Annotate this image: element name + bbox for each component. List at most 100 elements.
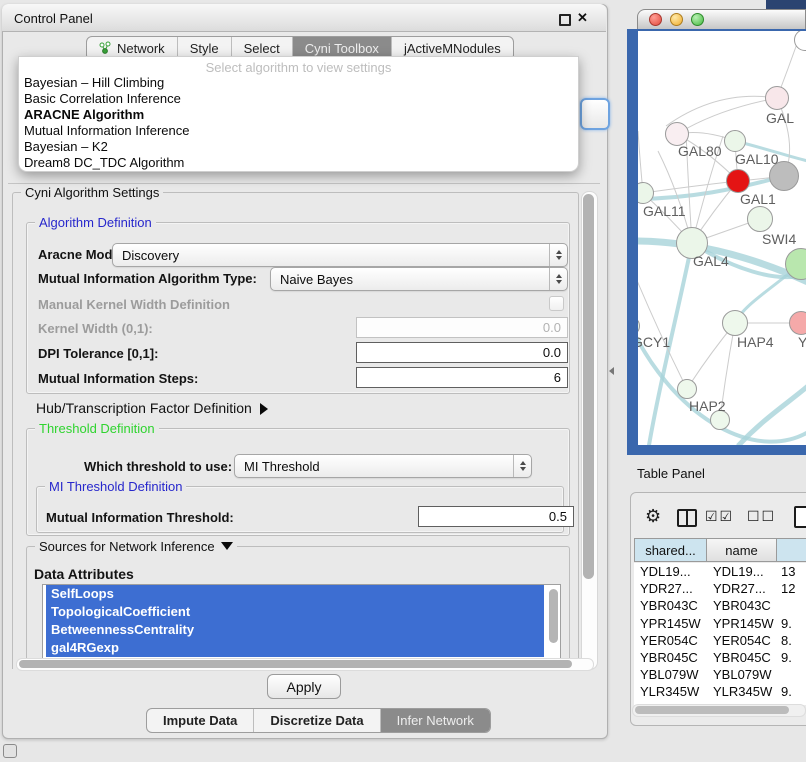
close-window-icon[interactable] [649, 13, 662, 26]
node-label: GCY1 [638, 334, 670, 350]
table-row[interactable]: YLR345W YLR345W 9. [634, 683, 806, 700]
node-label: HAP2 [689, 398, 726, 414]
tab-impute-data[interactable]: Impute Data [147, 709, 254, 732]
algorithm-definition-title: Algorithm Definition [35, 215, 156, 230]
network-node[interactable] [765, 86, 789, 110]
settings-horizontal-scrollbar[interactable] [16, 658, 594, 671]
network-node[interactable] [677, 379, 697, 399]
hub-definition-toggle[interactable]: Hub/Transcription Factor Definition [36, 400, 268, 416]
mi-threshold-group-title: MI Threshold Definition [45, 479, 186, 494]
node-label: GAL11 [643, 203, 686, 219]
algorithm-option[interactable]: ARACNE Algorithm [19, 107, 578, 123]
table-horizontal-scrollbar-thumb[interactable] [635, 706, 789, 714]
stepper-icon [549, 268, 567, 290]
node-label: Y [798, 334, 806, 350]
column-header-cut[interactable] [776, 538, 806, 562]
show-columns-icon[interactable] [677, 509, 697, 527]
settings-vertical-scrollbar-thumb[interactable] [583, 194, 594, 579]
attribute-item[interactable]: SelfLoops [46, 585, 544, 603]
dpi-tolerance-field[interactable]: 0.0 [356, 342, 568, 363]
node-label: HAP4 [737, 334, 774, 350]
network-node[interactable] [726, 169, 750, 193]
algorithm-option[interactable]: Basic Correlation Inference [19, 91, 578, 107]
control-panel-title: Control Panel [14, 11, 93, 26]
cyni-settings-title: Cyni Algorithm Settings [21, 185, 163, 200]
select-all-icon[interactable]: ☑☑ [705, 508, 734, 525]
mi-steps-field[interactable]: 6 [356, 367, 568, 388]
tab-infer-network[interactable]: Infer Network [381, 709, 490, 732]
algorithm-option[interactable]: Bayesian – Hill Climbing [19, 75, 578, 91]
deselect-all-icon[interactable]: ☐☐ [747, 508, 776, 525]
network-node[interactable] [789, 311, 806, 335]
mi-threshold-field[interactable]: 0.5 [418, 506, 574, 527]
manual-kernel-label: Manual Kernel Width Definition [38, 297, 230, 312]
algorithm-option[interactable]: Dream8 DC_TDC Algorithm [19, 155, 578, 171]
node-table[interactable]: YDL19... YDL19... 13 YDR27... YDR27... 1… [634, 563, 806, 705]
expanded-arrow-icon [221, 542, 233, 550]
close-icon[interactable]: ✕ [577, 10, 588, 26]
aracne-mode-select[interactable]: Discovery [112, 243, 568, 267]
table-row[interactable]: YDL19... YDL19... 13 [634, 563, 806, 580]
manual-kernel-checkbox[interactable] [549, 296, 564, 311]
attribute-item[interactable]: TopologicalCoefficient [46, 603, 544, 621]
data-attributes-list[interactable]: SelfLoopsTopologicalCoefficientBetweenne… [42, 584, 561, 659]
table-horizontal-scrollbar[interactable] [632, 704, 806, 717]
settings-vertical-scrollbar[interactable] [581, 191, 598, 670]
table-row[interactable]: YBR043C YBR043C [634, 597, 806, 614]
node-label: GAL10 [735, 151, 779, 167]
settings-horizontal-scrollbar-thumb[interactable] [19, 660, 572, 668]
mi-type-select[interactable]: Naive Bayes [270, 267, 568, 291]
attribute-item[interactable]: BetweennessCentrality [46, 621, 544, 639]
table-row[interactable]: YDR27... YDR27... 12 [634, 580, 806, 597]
minimize-window-icon[interactable] [670, 13, 683, 26]
network-window-titlebar [637, 9, 806, 29]
node-label: GAL1 [740, 191, 776, 207]
column-header-name[interactable]: name [706, 538, 777, 562]
table-row[interactable]: YER054C YER054C 8. [634, 632, 806, 649]
node-label: SWI4 [762, 231, 796, 247]
gear-icon[interactable]: ⚙ [645, 506, 661, 527]
node-label: GAL80 [678, 143, 722, 159]
tab-discretize-data[interactable]: Discretize Data [254, 709, 380, 732]
export-table-icon[interactable] [794, 506, 806, 528]
table-panel-title: Table Panel [637, 466, 705, 481]
sources-title[interactable]: Sources for Network Inference [35, 539, 237, 554]
float-window-icon[interactable] [559, 14, 571, 26]
background-window-edge [766, 0, 806, 9]
column-header-shared-name[interactable]: shared... [634, 538, 707, 562]
stepper-icon [549, 244, 567, 266]
kernel-width-field[interactable]: 0.0 [356, 317, 568, 338]
network-canvas[interactable]: GAL GAL80 GAL10 GAL1 GAL11 SWI4 GAL4 GCY1 HAP4 Y H… [638, 31, 806, 445]
groupbox-fragment [8, 183, 600, 184]
which-threshold-select[interactable]: MI Threshold [234, 454, 532, 478]
dpi-tolerance-label: DPI Tolerance [0,1]: [38, 346, 158, 361]
attribute-item[interactable]: gal4RGexp [46, 639, 544, 657]
panel-divider-collapse-icon[interactable] [609, 367, 614, 375]
node-label: GAL4 [693, 253, 729, 269]
screen: Control Panel ✕ Network Style Select Cyn… [0, 0, 806, 762]
table-row[interactable]: YBL079W YBL079W [634, 666, 806, 683]
table-row[interactable]: YBR045C YBR045C 9. [634, 649, 806, 666]
network-tab-icon [99, 41, 112, 57]
network-node[interactable] [722, 310, 748, 336]
algorithm-option[interactable]: Bayesian – K2 [19, 139, 578, 155]
mi-threshold-label: Mutual Information Threshold: [46, 510, 234, 525]
threshold-definition-title: Threshold Definition [35, 421, 159, 436]
attribute-list-scrollbar[interactable] [549, 589, 558, 643]
mi-steps-label: Mutual Information Steps: [38, 371, 198, 386]
network-node[interactable] [747, 206, 773, 232]
zoom-window-icon[interactable] [691, 13, 704, 26]
stepper-icon [513, 455, 531, 477]
network-node[interactable] [724, 130, 746, 152]
algorithm-option-list: Bayesian – Hill ClimbingBasic Correlatio… [19, 75, 578, 171]
algorithm-option[interactable]: Mutual Information Inference [19, 123, 578, 139]
hidden-combo-fragment [580, 98, 610, 130]
restore-panel-icon[interactable] [3, 744, 17, 758]
kernel-width-label: Kernel Width (0,1): [38, 321, 153, 336]
bottom-tabbar: Impute Data Discretize Data Infer Networ… [146, 708, 491, 733]
which-threshold-label: Which threshold to use: [84, 459, 232, 474]
apply-button[interactable]: Apply [267, 674, 341, 699]
table-row[interactable]: YPR145W YPR145W 9. [634, 615, 806, 632]
node-label: GAL [766, 110, 794, 126]
tab-network-label: Network [117, 41, 165, 56]
